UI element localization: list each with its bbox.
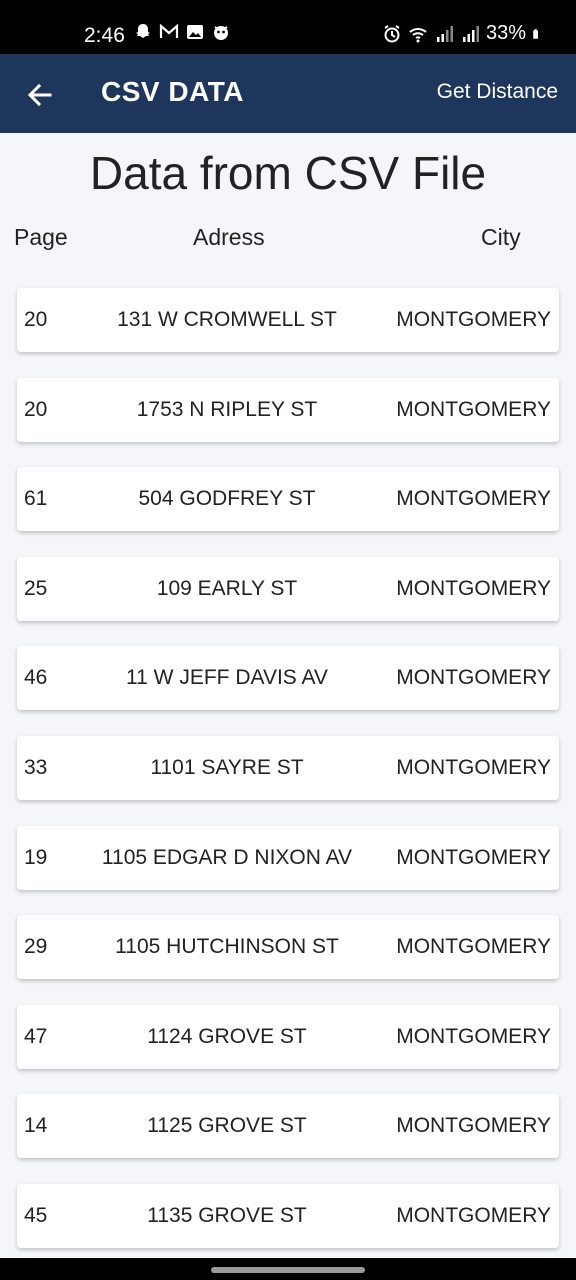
row-page: 61 [24, 487, 48, 511]
home-indicator[interactable] [211, 1267, 365, 1273]
row-page: 25 [24, 576, 48, 600]
row-page: 20 [24, 397, 48, 421]
navigation-bar [0, 1258, 576, 1280]
app-icon [214, 26, 228, 40]
data-row[interactable]: 20 1753 N RIPLEY ST MONTGOMERY [17, 377, 559, 442]
row-city: MONTGOMERY [396, 576, 551, 600]
column-header-address: Adress [193, 224, 265, 250]
data-row[interactable]: 14 1125 GROVE ST MONTGOMERY [17, 1094, 559, 1159]
row-city: MONTGOMERY [396, 755, 551, 779]
battery-percentage: 33% [485, 22, 526, 44]
data-row[interactable]: 46 11 W JEFF DAVIS AV MONTGOMERY [17, 646, 559, 711]
data-row[interactable]: 20 131 W CROMWELL ST MONTGOMERY [17, 288, 559, 352]
alarm-icon [384, 24, 400, 42]
column-header-page: Page [14, 224, 68, 250]
row-address: 131 W CROMWELL ST [117, 308, 337, 331]
row-address: 109 EARLY ST [156, 576, 298, 600]
back-arrow-icon[interactable] [24, 79, 56, 111]
gmail-icon [159, 23, 179, 38]
data-list: 20 131 W CROMWELL ST MONTGOMERY 20 1753 … [17, 288, 559, 1274]
row-address: 504 GODFREY ST [138, 487, 316, 511]
row-address: 11 W JEFF DAVIS AV [126, 666, 328, 690]
row-page: 45 [24, 1203, 48, 1227]
row-city: MONTGOMERY [396, 666, 551, 690]
row-address: 1105 EDGAR D NIXON AV [101, 845, 353, 869]
row-page: 20 [24, 308, 48, 331]
data-row[interactable]: 29 1105 HUTCHINSON ST MONTGOMERY [17, 915, 559, 980]
notification-icons [133, 22, 231, 42]
row-city: MONTGOMERY [396, 845, 551, 869]
column-header-city: City [481, 224, 521, 250]
row-address: 1135 GROVE ST [147, 1203, 307, 1227]
signal-icon [436, 25, 453, 42]
row-page: 14 [24, 1114, 48, 1138]
data-row[interactable]: 61 504 GODFREY ST MONTGOMERY [17, 467, 559, 532]
row-city: MONTGOMERY [396, 487, 551, 511]
row-city: MONTGOMERY [396, 397, 551, 421]
row-page: 19 [24, 845, 48, 869]
row-city: MONTGOMERY [396, 935, 551, 959]
row-address: 1125 GROVE ST [147, 1114, 307, 1138]
data-row[interactable]: 45 1135 GROVE ST MONTGOMERY [17, 1183, 559, 1248]
snapchat-icon [136, 24, 150, 38]
row-page: 33 [24, 755, 48, 779]
gallery-icon [187, 25, 203, 39]
signal-icon [462, 25, 479, 42]
data-row[interactable]: 25 109 EARLY ST MONTGOMERY [17, 556, 559, 621]
data-row[interactable]: 33 1101 SAYRE ST MONTGOMERY [17, 735, 559, 800]
get-distance-button[interactable]: Get Distance [437, 80, 558, 104]
row-page: 46 [24, 666, 48, 690]
status-time: 2:46 [84, 24, 125, 47]
row-address: 1753 N RIPLEY ST [136, 397, 318, 421]
row-address: 1105 HUTCHINSON ST [115, 935, 339, 959]
row-city: MONTGOMERY [396, 1203, 551, 1227]
battery-icon [533, 28, 538, 39]
row-page: 47 [24, 1024, 48, 1048]
status-bar: 2:46 33% [0, 0, 576, 54]
row-city: MONTGOMERY [396, 1024, 551, 1048]
wifi-icon [409, 27, 427, 42]
app-bar: CSV DATA Get Distance [0, 54, 576, 133]
row-address: 1101 SAYRE ST [150, 755, 304, 779]
row-city: MONTGOMERY [396, 1114, 551, 1138]
row-address: 1124 GROVE ST [147, 1024, 307, 1048]
system-icons: 33% [382, 22, 544, 45]
row-city: MONTGOMERY [396, 308, 551, 331]
data-row[interactable]: 47 1124 GROVE ST MONTGOMERY [17, 1004, 559, 1069]
app-title: CSV DATA [101, 76, 244, 107]
page-heading: Data from CSV File [89, 147, 487, 199]
row-page: 29 [24, 935, 48, 959]
data-row[interactable]: 19 1105 EDGAR D NIXON AV MONTGOMERY [17, 825, 559, 890]
